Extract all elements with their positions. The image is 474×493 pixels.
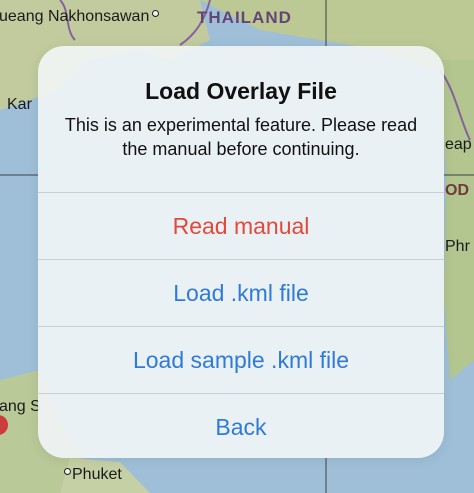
load-overlay-alert: Load Overlay File This is an experimenta… [38, 46, 444, 458]
alert-header: Load Overlay File This is an experimenta… [38, 46, 444, 192]
load-sample-kml-file-button[interactable]: Load sample .kml file [38, 326, 444, 393]
alert-title: Load Overlay File [145, 78, 337, 104]
alert-message: This is an experimental feature. Please … [64, 115, 418, 159]
load-kml-file-button[interactable]: Load .kml file [38, 259, 444, 326]
read-manual-button[interactable]: Read manual [38, 192, 444, 259]
screen: ueang Nakhonsawan THAILAND Kar eap OD Ph… [0, 0, 474, 493]
back-button[interactable]: Back [38, 393, 444, 458]
